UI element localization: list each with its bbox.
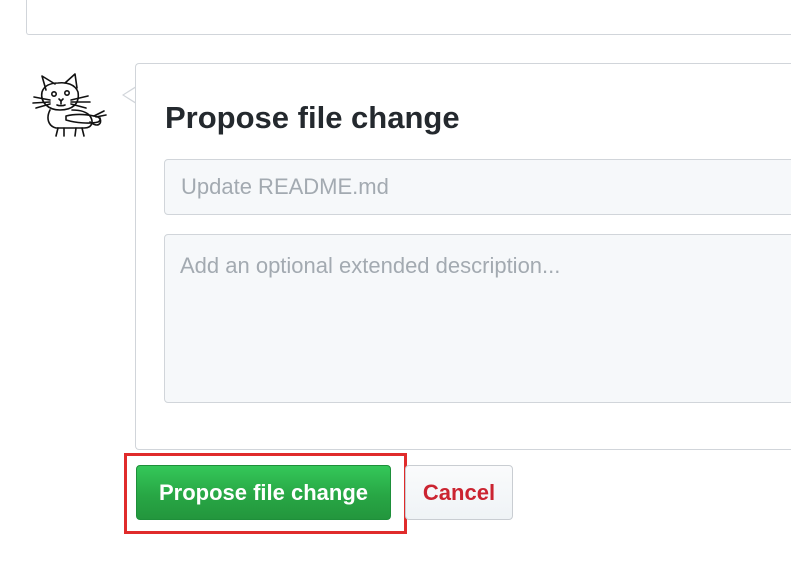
commit-summary-input[interactable] xyxy=(164,159,791,215)
file-editor-panel xyxy=(26,0,791,35)
commit-form-title: Propose file change xyxy=(165,100,460,135)
cancel-button[interactable]: Cancel xyxy=(405,465,513,520)
cat-avatar-icon xyxy=(28,70,110,142)
propose-file-change-button[interactable]: Propose file change xyxy=(136,465,391,520)
commit-description-textarea[interactable] xyxy=(164,234,791,403)
